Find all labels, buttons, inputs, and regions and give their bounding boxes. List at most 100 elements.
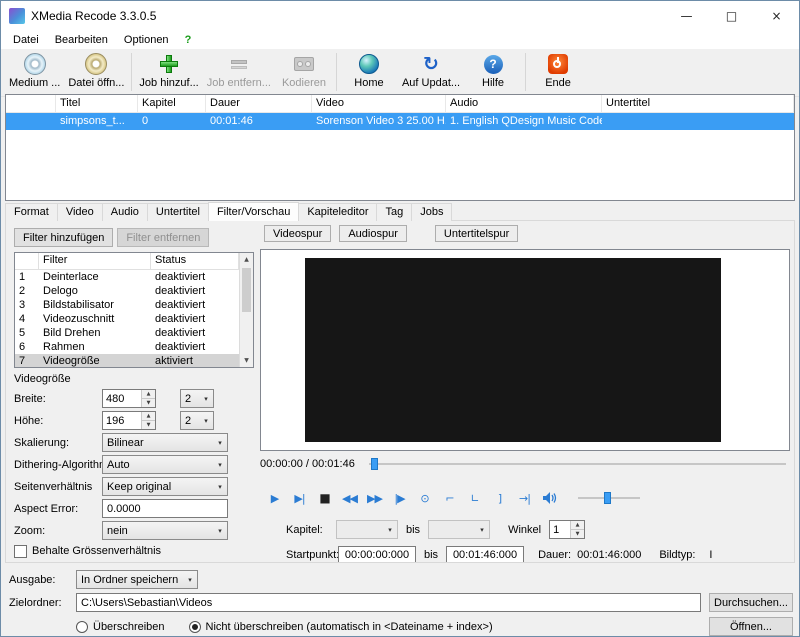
tab-kapiteleditor[interactable]: Kapiteleditor: [298, 203, 377, 221]
hoehe-mod-select[interactable]: 2 ▾: [180, 411, 214, 430]
toolbar-medium-button[interactable]: Medium ...: [5, 51, 64, 89]
winkel-input[interactable]: [550, 521, 570, 538]
minimize-button[interactable]: —: [664, 1, 709, 30]
tab-jobs[interactable]: Jobs: [411, 203, 452, 221]
scroll-down-icon[interactable]: ▼: [240, 354, 253, 367]
untertitelspur-button[interactable]: Untertitelspur: [435, 225, 518, 242]
tab-tag[interactable]: Tag: [376, 203, 412, 221]
seek-slider-track[interactable]: [369, 463, 786, 465]
zielordner-input[interactable]: [76, 593, 701, 612]
job-cell-kapitel: 0: [138, 113, 206, 130]
stop-button[interactable]: ■: [312, 487, 337, 509]
seitenverhaeltnis-select[interactable]: Keep original ▾: [102, 477, 228, 496]
breite-mod-select[interactable]: 2 ▾: [180, 389, 214, 408]
scroll-up-icon[interactable]: ▲: [240, 253, 253, 266]
volume-button[interactable]: [537, 487, 562, 509]
filter-col-status[interactable]: Status: [151, 253, 239, 269]
column-header-titel[interactable]: Titel: [56, 95, 138, 112]
spin-up-icon[interactable]: ▲: [142, 412, 155, 421]
filter-row[interactable]: 2 Delogo deaktiviert: [15, 284, 239, 298]
keep-ratio-checkbox[interactable]: [14, 545, 27, 558]
maximize-button[interactable]: □: [709, 1, 754, 30]
ueberschreiben-radio[interactable]: [76, 621, 88, 633]
nicht-ueberschreiben-label[interactable]: Nicht überschreiben (automatisch in <Dat…: [206, 621, 493, 633]
toolbar-help-button[interactable]: ? Hilfe: [464, 51, 522, 89]
tab-audio[interactable]: Audio: [102, 203, 148, 221]
step-forward-button[interactable]: |▶: [387, 487, 412, 509]
durchsuchen-button[interactable]: Durchsuchen...: [709, 593, 793, 612]
filter-col-name[interactable]: Filter: [39, 253, 151, 269]
filter-list-scrollbar[interactable]: ▲ ▼: [239, 253, 253, 367]
filter-row-selected[interactable]: 7 Videogröße aktiviert: [15, 354, 239, 367]
keep-ratio-row[interactable]: Behalte Grössenverhältnis: [14, 543, 254, 559]
toolbar-exit-button[interactable]: Ende: [529, 51, 587, 89]
seek-slider-handle[interactable]: [371, 458, 378, 470]
toolbar-update-button[interactable]: ↻ Auf Updat...: [398, 51, 464, 89]
next-frame-button[interactable]: ▶|: [287, 487, 312, 509]
toolbar-open-file-button[interactable]: Datei öffn...: [64, 51, 128, 89]
aspect-error-input[interactable]: [102, 499, 228, 518]
toolbar-add-job-button[interactable]: Job hinzuf...: [135, 51, 202, 89]
filter-row[interactable]: 1 Deinterlace deaktiviert: [15, 270, 239, 284]
ueberschreiben-label[interactable]: Überschreiben: [93, 621, 165, 633]
menu-datei[interactable]: Datei: [5, 32, 47, 48]
tab-untertitel[interactable]: Untertitel: [147, 203, 209, 221]
menu-hilfe[interactable]: ?: [177, 32, 200, 48]
menu-optionen[interactable]: Optionen: [116, 32, 177, 48]
filter-num: 6: [15, 341, 39, 353]
column-header-untertitel[interactable]: Untertitel: [602, 95, 794, 112]
spin-down-icon[interactable]: ▼: [142, 421, 155, 429]
ausgabe-select[interactable]: In Ordner speichern ▾: [76, 570, 198, 589]
endpunkt-input[interactable]: [446, 546, 524, 564]
column-header-blank[interactable]: [6, 95, 56, 112]
spin-down-icon[interactable]: ▼: [571, 530, 584, 538]
fast-forward-button[interactable]: ▶▶: [362, 487, 387, 509]
zielordner-label: Zielordner:: [9, 597, 76, 609]
tab-filter-vorschau[interactable]: Filter/Vorschau: [208, 202, 299, 221]
hoehe-input[interactable]: [103, 412, 141, 429]
job-table-row-selected[interactable]: simpsons_t... 0 00:01:46 Sorenson Video …: [6, 113, 794, 130]
startpunkt-input[interactable]: [338, 546, 416, 564]
time-marker-button[interactable]: ⊙: [412, 487, 437, 509]
oeffnen-button[interactable]: Öffnen...: [709, 617, 793, 636]
breite-input[interactable]: [103, 390, 141, 407]
tab-format[interactable]: Format: [5, 203, 58, 221]
volume-slider[interactable]: [578, 491, 640, 505]
add-filter-button[interactable]: Filter hinzufügen: [14, 228, 113, 247]
tab-video[interactable]: Video: [57, 203, 103, 221]
winkel-stepper[interactable]: ▲▼: [549, 520, 585, 539]
menu-bearbeiten[interactable]: Bearbeiten: [47, 32, 116, 48]
scrollbar-thumb[interactable]: [242, 268, 251, 312]
seek-slider[interactable]: [369, 457, 790, 471]
titlebar: XMedia Recode 3.3.0.5 — □ ×: [1, 1, 799, 30]
skalierung-select[interactable]: Bilinear ▾: [102, 433, 228, 452]
filter-col-num[interactable]: [15, 253, 39, 269]
filter-row[interactable]: 4 Videozuschnitt deaktiviert: [15, 312, 239, 326]
mark-start-alt-button[interactable]: ∟: [462, 487, 487, 509]
column-header-video[interactable]: Video: [312, 95, 446, 112]
close-button[interactable]: ×: [754, 1, 799, 30]
rewind-button[interactable]: ◀◀: [337, 487, 362, 509]
column-header-dauer[interactable]: Dauer: [206, 95, 312, 112]
mark-start-button[interactable]: ⌐: [437, 487, 462, 509]
mark-end-alt-button[interactable]: →|: [512, 487, 537, 509]
videospur-button[interactable]: Videospur: [264, 225, 331, 242]
filter-row[interactable]: 3 Bildstabilisator deaktiviert: [15, 298, 239, 312]
toolbar-home-button[interactable]: Home: [340, 51, 398, 89]
filter-row[interactable]: 5 Bild Drehen deaktiviert: [15, 326, 239, 340]
play-button[interactable]: ▶: [262, 487, 287, 509]
spin-up-icon[interactable]: ▲: [142, 390, 155, 399]
spin-down-icon[interactable]: ▼: [142, 399, 155, 407]
zoom-select[interactable]: nein ▾: [102, 521, 228, 540]
dithering-select[interactable]: Auto ▾: [102, 455, 228, 474]
breite-stepper[interactable]: ▲▼: [102, 389, 156, 408]
mark-end-button[interactable]: ]: [487, 487, 512, 509]
filter-row[interactable]: 6 Rahmen deaktiviert: [15, 340, 239, 354]
column-header-audio[interactable]: Audio: [446, 95, 602, 112]
column-header-kapitel[interactable]: Kapitel: [138, 95, 206, 112]
audiospur-button[interactable]: Audiospur: [339, 225, 407, 242]
hoehe-stepper[interactable]: ▲▼: [102, 411, 156, 430]
spin-up-icon[interactable]: ▲: [571, 521, 584, 530]
volume-slider-handle[interactable]: [604, 492, 611, 504]
nicht-ueberschreiben-radio[interactable]: [189, 621, 201, 633]
